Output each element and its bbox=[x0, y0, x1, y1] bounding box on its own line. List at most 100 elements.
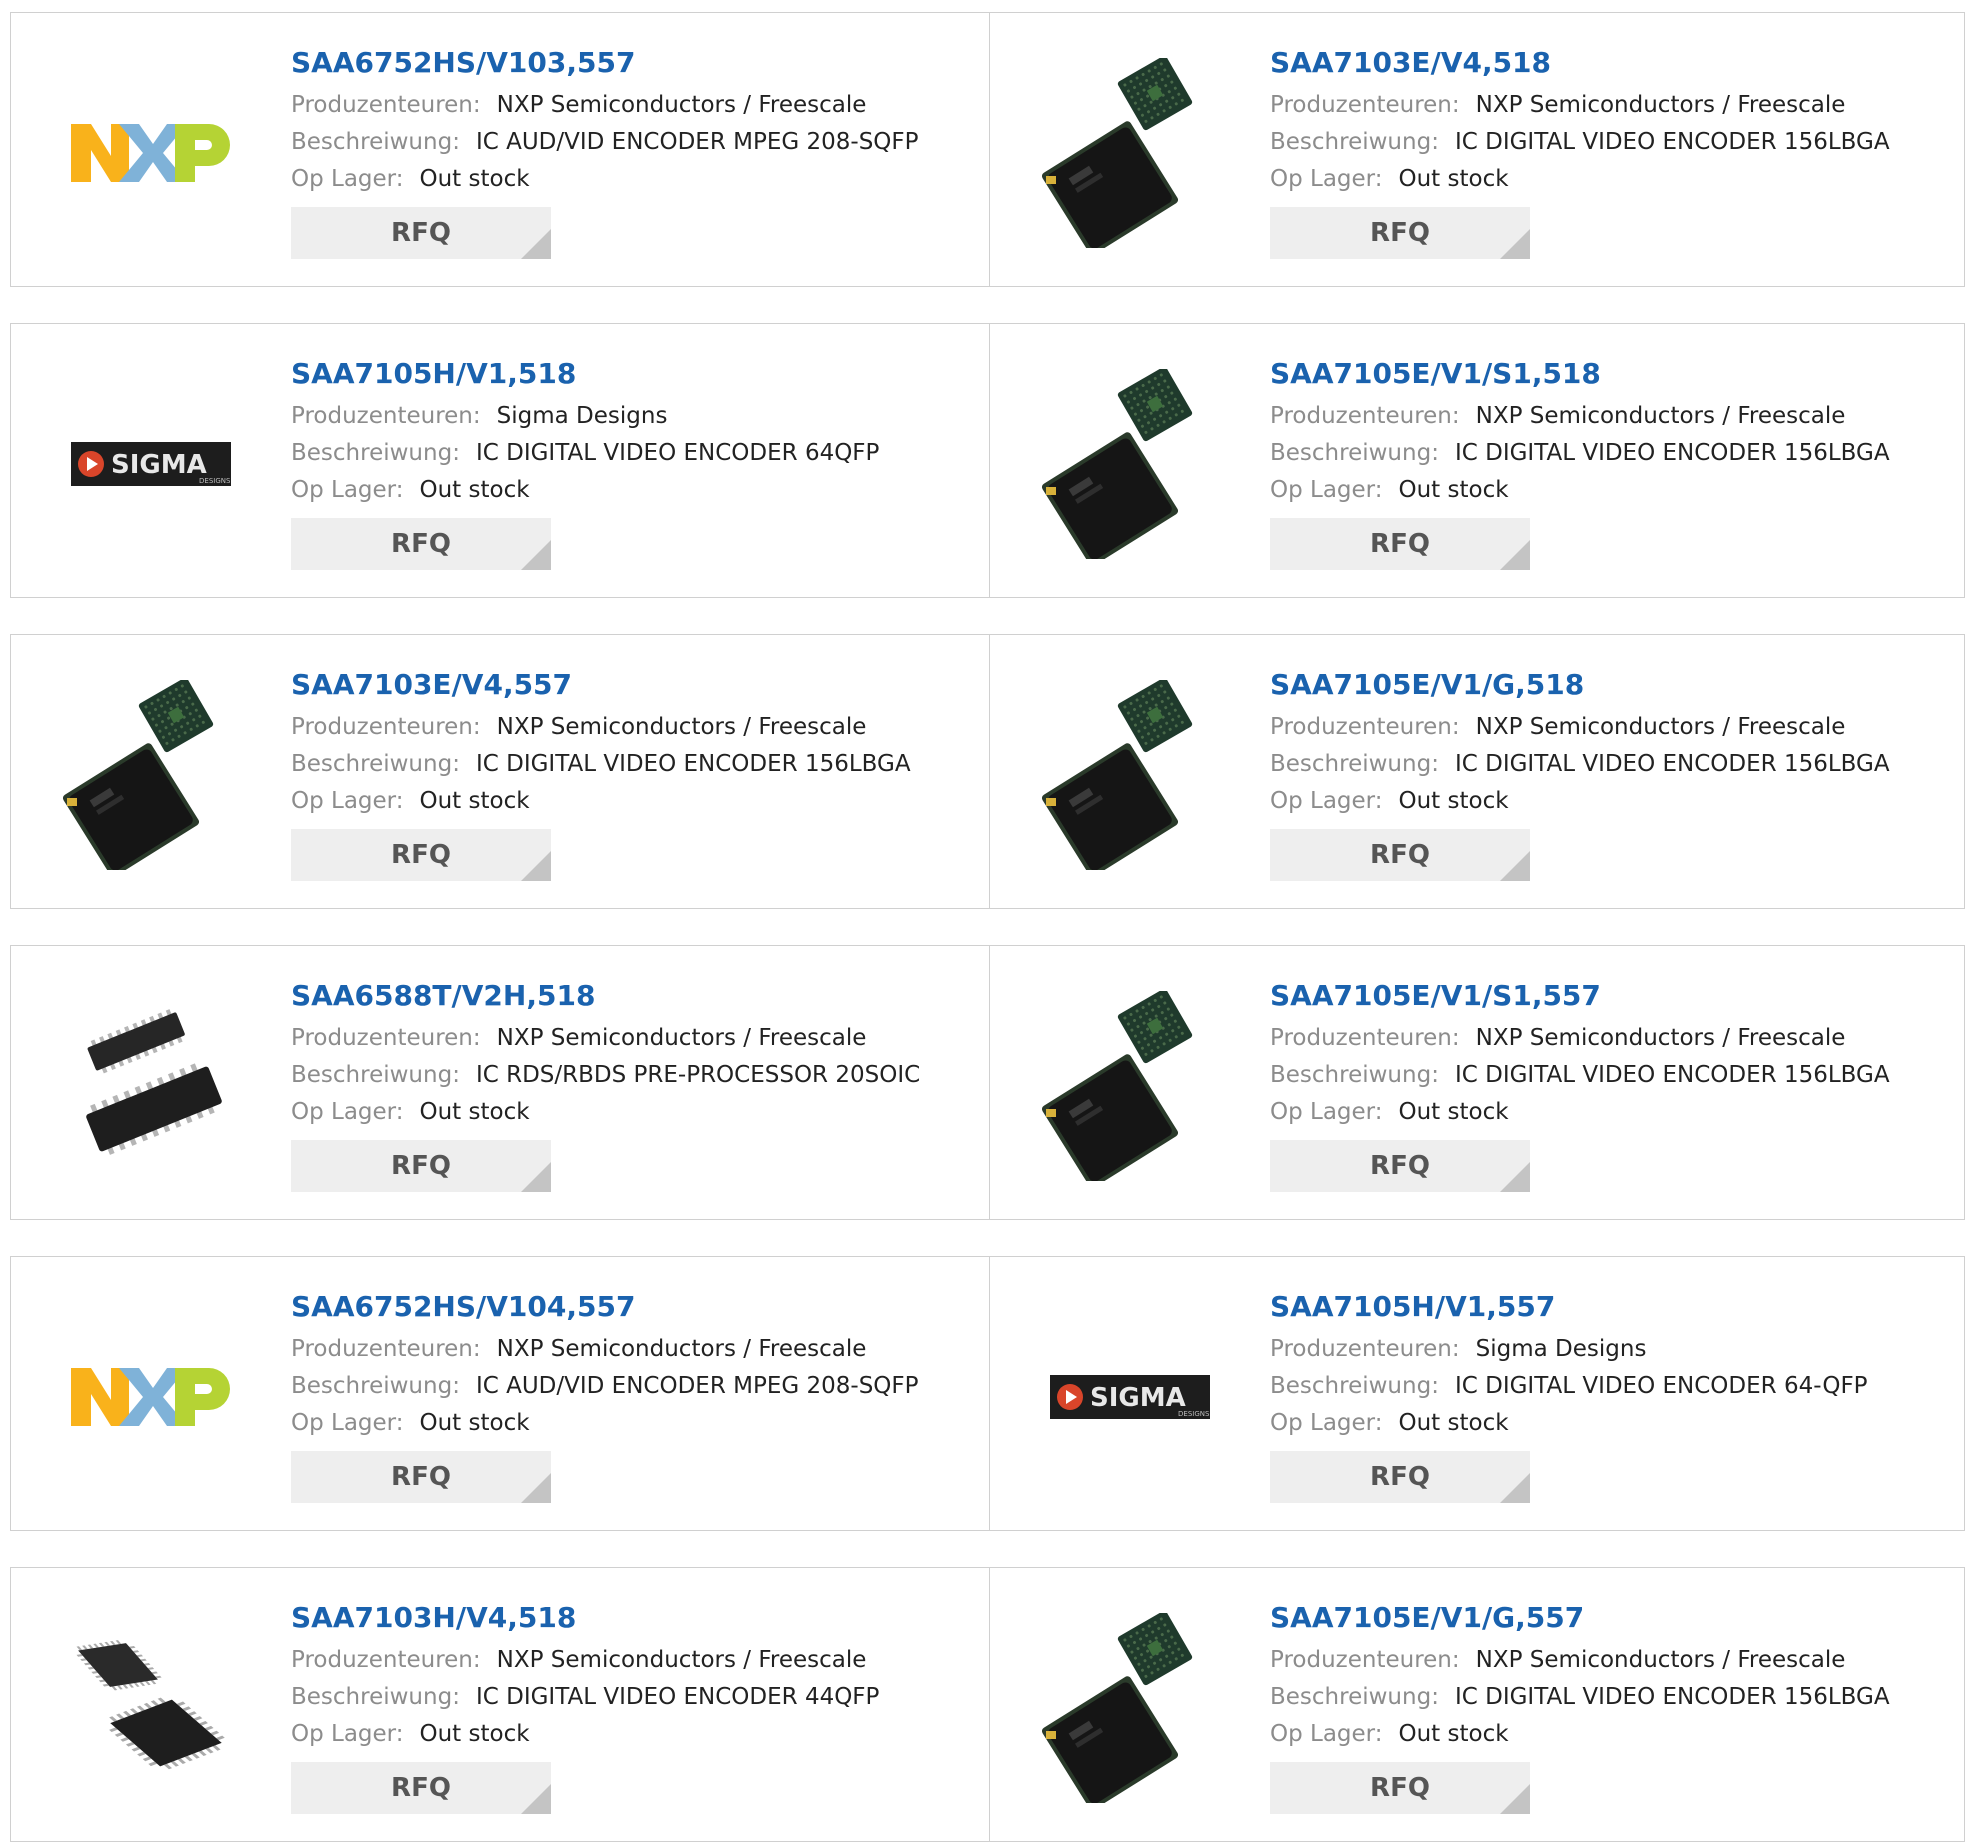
product-card: SAA6752HS/V103,557 Produzenteuren: NXP Se… bbox=[10, 12, 990, 287]
description-value: IC DIGITAL VIDEO ENCODER 156LBGA bbox=[475, 751, 911, 777]
stock-value: Out stock bbox=[419, 166, 530, 192]
product-name-link[interactable]: SAA7105H/V1,518 bbox=[291, 354, 979, 394]
bga-gold-corner bbox=[1046, 1109, 1056, 1117]
stock-label: Op Lager: bbox=[1270, 1099, 1383, 1125]
description-value: IC DIGITAL VIDEO ENCODER 44QFP bbox=[475, 1684, 880, 1710]
manufacturer-label: Produzenteuren: bbox=[1270, 1647, 1460, 1673]
rfq-button[interactable]: RFQ bbox=[291, 207, 551, 259]
rfq-corner-decoration bbox=[1500, 1162, 1530, 1192]
rfq-button[interactable]: RFQ bbox=[1270, 1140, 1530, 1192]
product-image[interactable] bbox=[51, 986, 251, 1186]
rfq-button[interactable]: RFQ bbox=[1270, 207, 1530, 259]
product-name-link[interactable]: SAA7103E/V4,557 bbox=[291, 665, 979, 705]
product-name-link[interactable]: SAA6752HS/V103,557 bbox=[291, 43, 979, 83]
product-name-link[interactable]: SAA7105E/V1/G,518 bbox=[1270, 665, 1954, 705]
rfq-button-label: RFQ bbox=[391, 1151, 451, 1181]
rfq-button-label: RFQ bbox=[391, 1462, 451, 1492]
manufacturer-row: Produzenteuren: Sigma Designs bbox=[1270, 1331, 1954, 1368]
stock-row: Op Lager: Out stock bbox=[1270, 472, 1954, 509]
manufacturer-value: NXP Semiconductors / Freescale bbox=[496, 714, 867, 740]
nxp-p-glyph bbox=[175, 1368, 230, 1426]
manufacturer-label: Produzenteuren: bbox=[1270, 1336, 1460, 1362]
description-row: Beschreiwung: IC DIGITAL VIDEO ENCODER 64… bbox=[291, 435, 979, 472]
product-info: SAA7103E/V4,518 Produzenteuren: NXP Semic… bbox=[1270, 43, 1954, 259]
rfq-button-label: RFQ bbox=[391, 1773, 451, 1803]
bga-chip-large bbox=[1041, 1054, 1179, 1181]
sigma-subtext: DESIGNS bbox=[199, 477, 231, 485]
nxp-logo-mark bbox=[71, 1368, 230, 1426]
product-info: SAA7105H/V1,518 Produzenteuren: Sigma Des… bbox=[291, 354, 979, 570]
description-row: Beschreiwung: IC DIGITAL VIDEO ENCODER 44… bbox=[291, 1679, 979, 1716]
product-name-link[interactable]: SAA7105E/V1/G,557 bbox=[1270, 1598, 1954, 1638]
product-image[interactable] bbox=[1030, 53, 1230, 253]
manufacturer-value: NXP Semiconductors / Freescale bbox=[496, 1025, 867, 1051]
product-image[interactable] bbox=[1030, 986, 1230, 1186]
product-info: SAA7103E/V4,557 Produzenteuren: NXP Semic… bbox=[291, 665, 979, 881]
description-label: Beschreiwung: bbox=[291, 129, 460, 155]
manufacturer-label: Produzenteuren: bbox=[291, 714, 481, 740]
product-image[interactable] bbox=[51, 1608, 251, 1808]
stock-label: Op Lager: bbox=[1270, 477, 1383, 503]
manufacturer-label: Produzenteuren: bbox=[1270, 403, 1460, 429]
product-name-link[interactable]: SAA7103H/V4,518 bbox=[291, 1598, 979, 1638]
bga-chip-small bbox=[1117, 1613, 1193, 1686]
product-image[interactable]: SIGMA DESIGNS bbox=[51, 364, 251, 564]
stock-value: Out stock bbox=[1398, 1721, 1509, 1747]
description-row: Beschreiwung: IC AUD/VID ENCODER MPEG 208… bbox=[291, 1368, 979, 1405]
description-row: Beschreiwung: IC DIGITAL VIDEO ENCODER 15… bbox=[1270, 124, 1954, 161]
product-image[interactable] bbox=[1030, 1608, 1230, 1808]
qfp-chip-large bbox=[109, 1697, 225, 1770]
product-info: SAA7103H/V4,518 Produzenteuren: NXP Semic… bbox=[291, 1598, 979, 1814]
product-name-link[interactable]: SAA7105E/V1/S1,557 bbox=[1270, 976, 1954, 1016]
product-name-link[interactable]: SAA6588T/V2H,518 bbox=[291, 976, 979, 1016]
product-name-link[interactable]: SAA7103E/V4,518 bbox=[1270, 43, 1954, 83]
soic-chip-small bbox=[87, 1009, 185, 1074]
rfq-button-label: RFQ bbox=[1370, 840, 1430, 870]
rfq-button[interactable]: RFQ bbox=[291, 1762, 551, 1814]
product-image[interactable] bbox=[51, 53, 251, 253]
stock-row: Op Lager: Out stock bbox=[291, 783, 979, 820]
bga-chip-small bbox=[1117, 991, 1193, 1064]
rfq-button[interactable]: RFQ bbox=[291, 1140, 551, 1192]
rfq-button-label: RFQ bbox=[1370, 529, 1430, 559]
description-label: Beschreiwung: bbox=[291, 751, 460, 777]
rfq-button-label: RFQ bbox=[1370, 218, 1430, 248]
stock-value: Out stock bbox=[1398, 166, 1509, 192]
product-name-link[interactable]: SAA6752HS/V104,557 bbox=[291, 1287, 979, 1327]
rfq-button[interactable]: RFQ bbox=[1270, 829, 1530, 881]
product-name-link[interactable]: SAA7105E/V1/S1,518 bbox=[1270, 354, 1954, 394]
stock-row: Op Lager: Out stock bbox=[291, 1716, 979, 1753]
rfq-button[interactable]: RFQ bbox=[291, 518, 551, 570]
rfq-button[interactable]: RFQ bbox=[291, 1451, 551, 1503]
product-image[interactable] bbox=[1030, 675, 1230, 875]
stock-row: Op Lager: Out stock bbox=[291, 1094, 979, 1131]
description-row: Beschreiwung: IC DIGITAL VIDEO ENCODER 15… bbox=[1270, 746, 1954, 783]
product-image[interactable]: SIGMA DESIGNS bbox=[1030, 1297, 1230, 1497]
stock-value: Out stock bbox=[419, 788, 530, 814]
description-label: Beschreiwung: bbox=[291, 440, 460, 466]
rfq-button[interactable]: RFQ bbox=[291, 829, 551, 881]
product-image[interactable] bbox=[51, 1297, 251, 1497]
rfq-button-label: RFQ bbox=[1370, 1773, 1430, 1803]
product-card: SAA7105E/V1/S1,518 Produzenteuren: NXP Se… bbox=[990, 323, 1965, 598]
product-info: SAA7105H/V1,557 Produzenteuren: Sigma Des… bbox=[1270, 1287, 1954, 1503]
sigma-subtext: DESIGNS bbox=[1178, 1410, 1210, 1418]
rfq-button[interactable]: RFQ bbox=[1270, 518, 1530, 570]
stock-row: Op Lager: Out stock bbox=[1270, 1716, 1954, 1753]
rfq-button[interactable]: RFQ bbox=[1270, 1451, 1530, 1503]
product-info: SAA7105E/V1/G,557 Produzenteuren: NXP Sem… bbox=[1270, 1598, 1954, 1814]
rfq-button[interactable]: RFQ bbox=[1270, 1762, 1530, 1814]
product-name-link[interactable]: SAA7105H/V1,557 bbox=[1270, 1287, 1954, 1327]
manufacturer-value: NXP Semiconductors / Freescale bbox=[496, 92, 867, 118]
product-image[interactable] bbox=[51, 675, 251, 875]
description-label: Beschreiwung: bbox=[1270, 1062, 1439, 1088]
bga-gold-corner bbox=[67, 798, 77, 806]
stock-row: Op Lager: Out stock bbox=[291, 472, 979, 509]
product-card: SAA7103H/V4,518 Produzenteuren: NXP Semic… bbox=[10, 1567, 990, 1842]
description-value: IC DIGITAL VIDEO ENCODER 156LBGA bbox=[1454, 1684, 1890, 1710]
product-image[interactable] bbox=[1030, 364, 1230, 564]
manufacturer-row: Produzenteuren: NXP Semiconductors / Free… bbox=[291, 709, 979, 746]
manufacturer-label: Produzenteuren: bbox=[1270, 1025, 1460, 1051]
product-grid: SAA6752HS/V103,557 Produzenteuren: NXP Se… bbox=[0, 0, 1965, 1842]
stock-label: Op Lager: bbox=[291, 1721, 404, 1747]
